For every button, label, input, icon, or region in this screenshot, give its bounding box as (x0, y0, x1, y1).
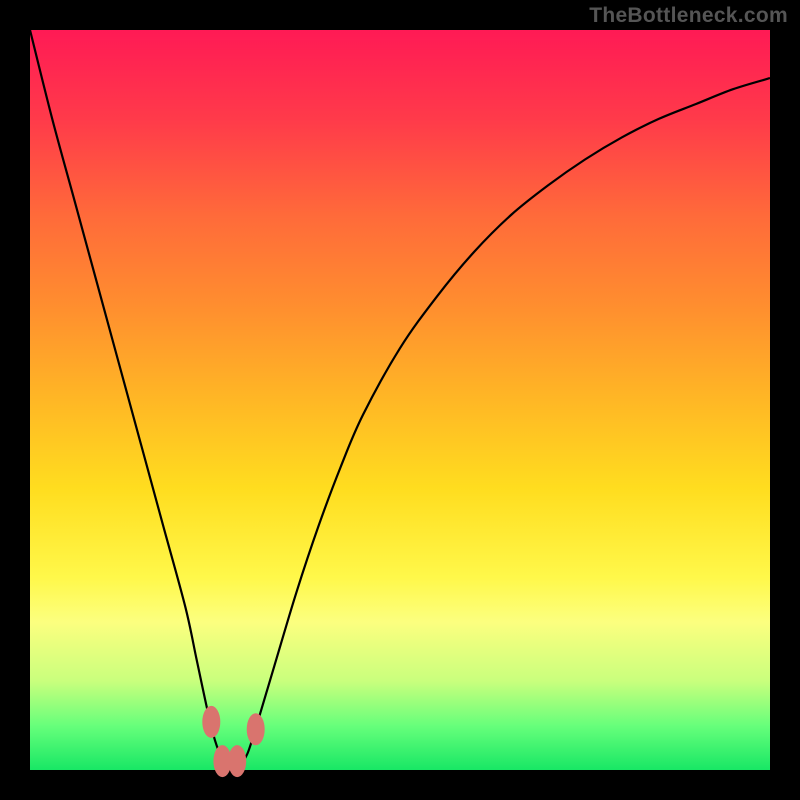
chart-frame (30, 30, 770, 770)
watermark-text: TheBottleneck.com (589, 4, 788, 28)
curve-marker (247, 713, 265, 745)
curve-marker (228, 745, 246, 777)
chart-svg (30, 30, 770, 770)
curve-marker (202, 706, 220, 738)
markers-group (202, 706, 264, 777)
bottleneck-curve (30, 30, 770, 767)
